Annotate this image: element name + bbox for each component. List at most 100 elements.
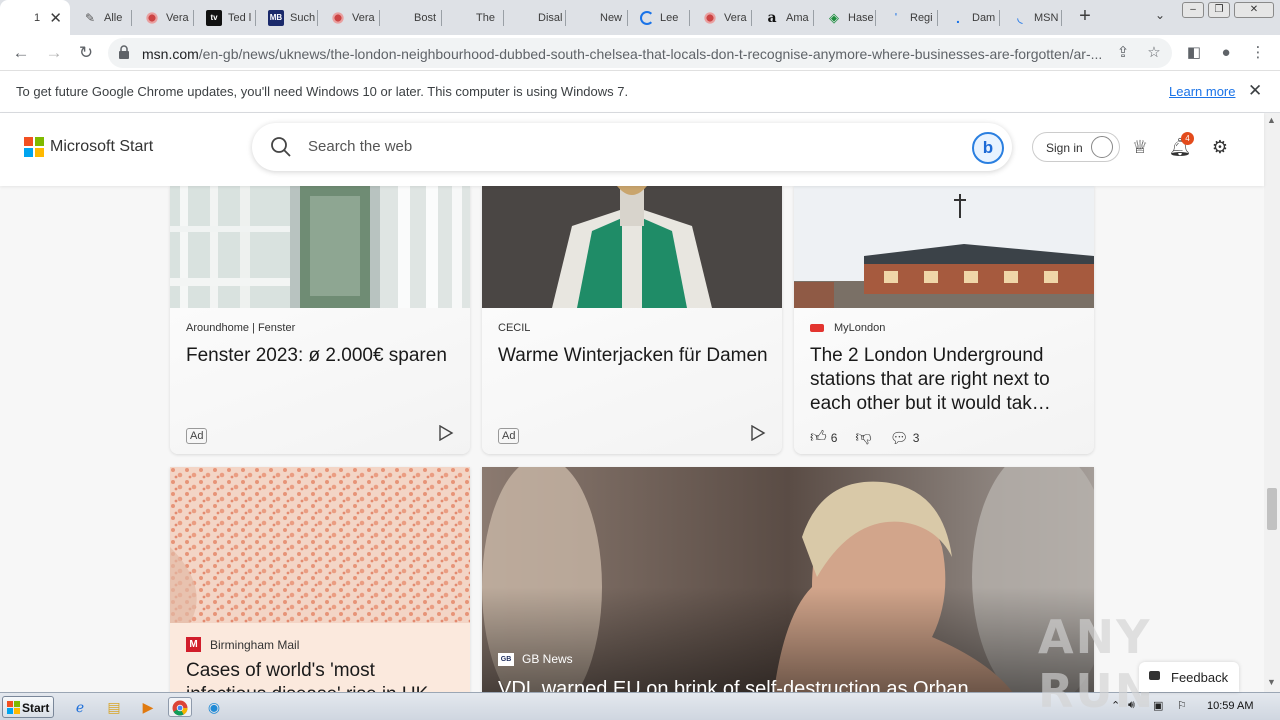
search-box[interactable]: Search the web b xyxy=(252,123,1012,171)
vera-icon xyxy=(330,9,346,26)
dot-icon: . xyxy=(956,9,960,26)
page-scrollbar[interactable]: ▲ ▼ xyxy=(1264,113,1280,692)
like-thumb-icon[interactable]: 👍︎ xyxy=(810,428,827,447)
card-image-windows xyxy=(170,186,470,308)
microsoft-logo-icon xyxy=(24,137,44,157)
tab-12[interactable]: Vera xyxy=(690,0,752,35)
url-text[interactable]: msn.com/en-gb/news/uknews/the-london-nei… xyxy=(142,46,1102,62)
ad-choices-icon[interactable] xyxy=(750,425,766,441)
tab-10[interactable]: New xyxy=(566,0,628,35)
side-panel-icon[interactable]: ◧ xyxy=(1184,43,1204,63)
logo-text: Microsoft Start xyxy=(50,138,154,155)
dot-icon: ˈ xyxy=(893,9,899,26)
feedback-label: Feedback xyxy=(1171,670,1229,685)
settings-gear-icon[interactable]: ⚙ xyxy=(1208,135,1232,159)
card-title[interactable]: Cases of world's 'most infectious diseas… xyxy=(186,659,456,692)
tab-3[interactable]: Vera xyxy=(132,0,194,35)
tv-icon: tv xyxy=(206,9,222,26)
menu-kebab-icon[interactable]: ⋮ xyxy=(1248,43,1268,63)
tab-title: Ama xyxy=(786,11,809,24)
tab-8[interactable]: The xyxy=(442,0,504,35)
bookmark-star-icon[interactable]: ☆ xyxy=(1145,44,1163,62)
comment-icon[interactable]: 💬︎ xyxy=(890,429,909,447)
card-title[interactable]: Warme Winterjacken für Damen xyxy=(498,344,768,368)
dot-icon: ◟ xyxy=(1017,9,1023,25)
close-tab-icon[interactable]: ✕ xyxy=(49,9,62,27)
file-explorer-icon[interactable]: ▤ xyxy=(102,697,126,717)
scroll-up-arrow-icon[interactable]: ▲ xyxy=(1267,115,1276,125)
edge-icon[interactable]: ◉ xyxy=(202,697,226,717)
profile-icon[interactable]: ● xyxy=(1216,43,1236,63)
news-card[interactable]: MyLondon The 2 London Underground statio… xyxy=(794,186,1094,454)
dislike-thumb-icon[interactable]: 👎︎ xyxy=(855,428,871,447)
start-button[interactable]: Start xyxy=(2,696,54,718)
ad-choices-icon[interactable] xyxy=(438,425,454,441)
tab-4[interactable]: tv Ted l xyxy=(194,0,256,35)
url-path: /en-gb/news/uknews/the-london-neighbourh… xyxy=(198,46,1102,62)
card-source: M Birmingham Mail xyxy=(186,637,299,652)
tab-title: Bost xyxy=(414,11,437,24)
ad-label: Ad xyxy=(498,428,520,444)
learn-more-link[interactable]: Learn more xyxy=(1169,84,1235,99)
tab-16[interactable]: . Dam xyxy=(938,0,1000,35)
chrome-icon[interactable] xyxy=(168,697,192,717)
share-icon[interactable]: ⇪ xyxy=(1114,44,1132,62)
card-title[interactable]: VDL warned EU on brink of self-destructi… xyxy=(498,677,1078,692)
tab-15[interactable]: ˈ Regi xyxy=(876,0,938,35)
restore-button[interactable]: ❐ xyxy=(1208,2,1230,18)
tab-strip: 1 ✕ ✎ Alle Vera tv Ted l MB Such Vera Bost … xyxy=(0,0,1280,35)
tab-title: Hase xyxy=(848,11,874,24)
close-window-button[interactable]: ✕ xyxy=(1234,2,1274,18)
card-title[interactable]: The 2 London Underground stations that a… xyxy=(810,344,1085,416)
tab-13[interactable]: a Ama xyxy=(752,0,814,35)
news-card[interactable]: M Birmingham Mail Cases of world's 'most… xyxy=(170,467,470,692)
scrollbar-thumb[interactable] xyxy=(1267,488,1277,530)
close-infobar-icon[interactable]: ✕ xyxy=(1248,81,1262,101)
tab-title: MSN xyxy=(1034,11,1059,24)
windows-flag-icon xyxy=(7,701,20,714)
media-player-icon[interactable]: ▶ xyxy=(136,697,160,717)
reload-icon[interactable]: ↻ xyxy=(74,41,98,65)
tab-title: Disal xyxy=(538,11,563,24)
tab-search-chevron-icon[interactable]: ⌄ xyxy=(1150,8,1170,28)
microsoft-start-logo[interactable]: Microsoft Start xyxy=(24,137,153,157)
msn-icon xyxy=(578,10,594,26)
sign-in-button[interactable]: Sign in xyxy=(1032,132,1120,162)
mylondon-logo-icon xyxy=(810,324,824,332)
new-tab-button[interactable]: + xyxy=(1072,4,1098,30)
rewards-trophy-icon[interactable]: ♕ xyxy=(1128,135,1152,159)
tab-title: Regi xyxy=(910,11,933,24)
news-card-large[interactable]: GB GB News VDL warned EU on brink of sel… xyxy=(482,467,1094,692)
infobar-message: To get future Google Chrome updates, you… xyxy=(16,84,629,99)
msn-icon xyxy=(454,10,470,26)
card-image-portrait xyxy=(482,467,1094,692)
news-card[interactable]: Aroundhome | Fenster Fenster 2023: ø 2.0… xyxy=(170,186,470,454)
tab-2[interactable]: ✎ Alle xyxy=(70,0,132,35)
bing-chat-icon[interactable]: b xyxy=(972,132,1004,164)
tab-5[interactable]: MB Such xyxy=(256,0,318,35)
tab-11[interactable]: Lee xyxy=(628,0,690,35)
browser-toolbar: ← → ↻ msn.com/en-gb/news/uknews/the-lond… xyxy=(0,35,1280,71)
minimize-button[interactable]: – xyxy=(1182,2,1204,18)
card-source: CECIL xyxy=(498,322,531,334)
back-arrow-icon[interactable]: ← xyxy=(9,41,33,65)
news-card[interactable]: CECIL Warme Winterjacken für Damen Ad xyxy=(482,186,782,454)
gb-news-logo-icon: GB xyxy=(498,652,514,666)
tab-6[interactable]: Vera xyxy=(318,0,380,35)
address-bar[interactable]: msn.com/en-gb/news/uknews/the-london-nei… xyxy=(108,38,1172,68)
card-image-jacket xyxy=(482,186,782,308)
feedback-button[interactable]: Feedback xyxy=(1139,662,1239,692)
ad-label: Ad xyxy=(186,428,208,444)
internet-explorer-icon[interactable]: ℯ xyxy=(68,697,92,717)
url-host: msn.com xyxy=(142,46,199,62)
tab-1[interactable]: 1 ✕ xyxy=(0,0,70,35)
card-title[interactable]: Fenster 2023: ø 2.000€ sparen xyxy=(186,344,456,368)
tab-title: Vera xyxy=(724,11,747,24)
comment-count: 3 xyxy=(912,430,920,445)
tab-17[interactable]: ◟ MSN xyxy=(1000,0,1062,35)
tab-14[interactable]: ◈ Hase xyxy=(814,0,876,35)
forward-arrow-icon[interactable]: → xyxy=(42,41,66,65)
lock-icon[interactable] xyxy=(118,45,130,59)
tab-9[interactable]: Disal xyxy=(504,0,566,35)
tab-7[interactable]: Bost xyxy=(380,0,442,35)
